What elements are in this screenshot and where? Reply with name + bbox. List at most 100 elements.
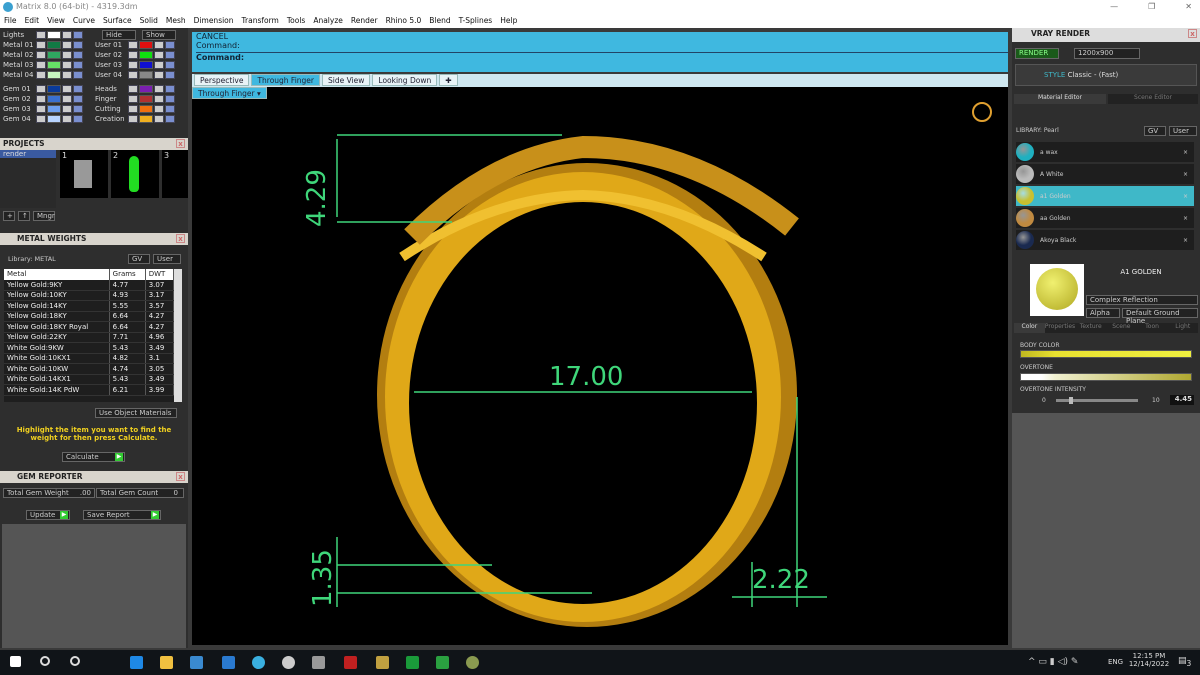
tab-material-editor[interactable]: Material Editor bbox=[1014, 94, 1106, 104]
tab-add[interactable]: ✚ bbox=[439, 74, 458, 86]
notifications-icon[interactable]: ▤3 bbox=[1178, 656, 1191, 668]
table-row[interactable]: Yellow Gold:18KY Royal 6.64 4.27 bbox=[4, 321, 174, 333]
lock-icon[interactable] bbox=[62, 61, 72, 69]
layer-name[interactable]: Metal 03 bbox=[3, 61, 35, 69]
layer-color-swatch[interactable] bbox=[139, 105, 153, 113]
expand-button[interactable] bbox=[36, 85, 46, 93]
menu-blend[interactable]: Blend bbox=[429, 14, 450, 28]
alpha-toggle[interactable]: Alpha bbox=[1086, 308, 1120, 318]
visibility-toggle[interactable] bbox=[73, 71, 83, 79]
tab-perspective[interactable]: Perspective bbox=[194, 74, 250, 86]
lock-icon[interactable] bbox=[62, 95, 72, 103]
clock[interactable]: 12:15 PM 12/14/2022 bbox=[1127, 652, 1171, 668]
matrix-icon[interactable] bbox=[252, 656, 265, 669]
maximize-button[interactable]: ❐ bbox=[1148, 0, 1155, 14]
visibility-toggle[interactable] bbox=[73, 61, 83, 69]
table-row[interactable]: Yellow Gold:9KY 4.77 3.07 bbox=[4, 279, 174, 291]
table-row[interactable]: White Gold:14KX1 5.43 3.49 bbox=[4, 374, 174, 385]
menu-mesh[interactable]: Mesh bbox=[166, 14, 186, 28]
layer-name[interactable]: Metal 01 bbox=[3, 41, 35, 49]
gv-toggle[interactable]: GV bbox=[128, 254, 150, 264]
project-thumb-cube[interactable]: 1 bbox=[60, 150, 108, 198]
remove-icon[interactable]: × bbox=[1183, 149, 1188, 156]
layer-color-swatch[interactable] bbox=[139, 115, 153, 123]
layer-color-swatch[interactable] bbox=[47, 51, 61, 59]
column-header-metal[interactable]: Metal bbox=[4, 269, 110, 280]
edge-icon[interactable] bbox=[130, 656, 143, 669]
layer-color-swatch[interactable] bbox=[139, 71, 153, 79]
layer-name[interactable]: Creation bbox=[95, 115, 127, 123]
visibility-toggle[interactable] bbox=[165, 41, 175, 49]
lock-icon[interactable] bbox=[154, 51, 164, 59]
tab-scene-editor[interactable]: Scene Editor bbox=[1108, 94, 1198, 104]
layer-name[interactable]: User 03 bbox=[95, 61, 127, 69]
menu-tools[interactable]: Tools bbox=[287, 14, 305, 28]
material-item[interactable]: Akoya Black × bbox=[1016, 230, 1194, 250]
mail-icon[interactable] bbox=[222, 656, 235, 669]
close-button[interactable]: ✕ bbox=[1185, 0, 1192, 14]
render-button[interactable]: RENDER bbox=[1015, 48, 1059, 59]
layer-color-swatch[interactable] bbox=[47, 95, 61, 103]
ground-plane-toggle[interactable]: Default Ground Plane bbox=[1122, 308, 1198, 325]
viewport[interactable]: Through Finger ▾ z 4.29 17.00 1.35 2.22 bbox=[192, 87, 1008, 645]
close-icon[interactable]: x bbox=[176, 472, 185, 481]
expand-button[interactable] bbox=[36, 71, 46, 79]
menu-file[interactable]: File bbox=[4, 14, 17, 28]
tab-side-view[interactable]: Side View bbox=[322, 74, 371, 86]
column-header-grams[interactable]: Grams bbox=[109, 269, 146, 280]
subtab-texture[interactable]: Texture bbox=[1075, 323, 1107, 333]
visibility-toggle[interactable] bbox=[165, 115, 175, 123]
project-item[interactable]: render bbox=[0, 150, 56, 158]
lock-icon[interactable] bbox=[154, 115, 164, 123]
table-row[interactable]: White Gold:10KW 4.74 3.05 bbox=[4, 363, 174, 375]
lock-icon[interactable] bbox=[154, 61, 164, 69]
visibility-toggle[interactable] bbox=[73, 95, 83, 103]
save-report-button[interactable]: Save Report ▶ bbox=[83, 510, 161, 520]
material-item[interactable]: a1 Golden × bbox=[1016, 186, 1194, 206]
lock-icon[interactable] bbox=[154, 41, 164, 49]
close-icon[interactable]: x bbox=[176, 139, 185, 148]
lock-icon[interactable] bbox=[62, 85, 72, 93]
layer-name[interactable]: Metal 04 bbox=[3, 71, 35, 79]
expand-button[interactable] bbox=[36, 51, 46, 59]
expand-button[interactable] bbox=[128, 95, 138, 103]
subtab-toon[interactable]: Toon bbox=[1136, 323, 1168, 333]
visibility-toggle[interactable] bbox=[73, 51, 83, 59]
layer-row[interactable]: Finger bbox=[95, 94, 175, 104]
language-indicator[interactable]: ENG bbox=[1108, 658, 1123, 666]
gv-toggle[interactable]: GV bbox=[1144, 126, 1166, 136]
layer-row[interactable]: Gem 03 bbox=[3, 104, 83, 114]
tab-looking-down[interactable]: Looking Down bbox=[372, 74, 438, 86]
remove-icon[interactable]: × bbox=[1183, 215, 1188, 222]
intensity-value[interactable]: 4.45 bbox=[1170, 395, 1194, 405]
expand-button[interactable] bbox=[36, 105, 46, 113]
table-row[interactable]: White Gold:10KX1 4.82 3.1 bbox=[4, 353, 174, 364]
table-row[interactable]: Yellow Gold:22KY 7.71 4.96 bbox=[4, 332, 174, 343]
remove-icon[interactable]: × bbox=[1183, 193, 1188, 200]
remove-icon[interactable]: × bbox=[1183, 237, 1188, 244]
menu-help[interactable]: Help bbox=[500, 14, 517, 28]
rhino-icon[interactable] bbox=[312, 656, 325, 669]
lock-icon[interactable] bbox=[62, 105, 72, 113]
update-button[interactable]: Update ▶ bbox=[26, 510, 70, 520]
menu-view[interactable]: View bbox=[47, 14, 65, 28]
table-scrollbar[interactable] bbox=[174, 269, 182, 402]
resolution-select[interactable]: 1200x900 bbox=[1074, 48, 1140, 59]
hide-button[interactable]: Hide bbox=[102, 30, 136, 40]
project-thumb-green[interactable]: 2 bbox=[111, 150, 159, 198]
visibility-toggle[interactable] bbox=[73, 85, 83, 93]
column-header-dwt[interactable]: DWT bbox=[145, 269, 174, 280]
menu-render[interactable]: Render bbox=[351, 14, 378, 28]
menu-analyze[interactable]: Analyze bbox=[313, 14, 343, 28]
visibility-toggle[interactable] bbox=[73, 105, 83, 113]
layer-color-swatch[interactable] bbox=[47, 71, 61, 79]
close-icon[interactable]: x bbox=[176, 234, 185, 243]
visibility-toggle[interactable] bbox=[73, 115, 83, 123]
layer-color-swatch[interactable] bbox=[139, 51, 153, 59]
settings-icon[interactable] bbox=[282, 656, 295, 669]
project-thumb-3[interactable]: 3 bbox=[162, 150, 188, 198]
remove-icon[interactable]: × bbox=[1183, 171, 1188, 178]
layer-row[interactable]: Gem 01 bbox=[3, 84, 83, 94]
tab-through-finger[interactable]: Through Finger bbox=[251, 74, 320, 86]
material-item[interactable]: aa Golden × bbox=[1016, 208, 1194, 228]
